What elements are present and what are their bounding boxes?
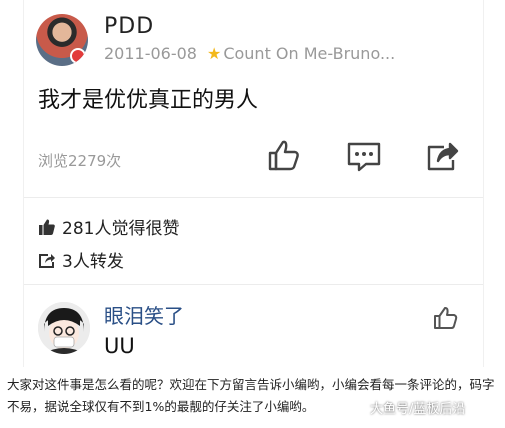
verified-badge-icon <box>70 48 86 64</box>
reposts-row[interactable]: 3人转发 <box>38 247 124 272</box>
comment-like-button[interactable] <box>432 304 460 332</box>
likes-count: 281人觉得很赞 <box>62 219 180 239</box>
like-button[interactable] <box>264 136 304 176</box>
comment-item: 眼泪笑了 UU <box>24 296 483 366</box>
post-source[interactable]: Count On Me-Bruno... <box>223 44 395 63</box>
share-arrow-icon <box>427 142 459 171</box>
thumbs-up-icon <box>268 140 299 171</box>
thumbs-up-small-icon <box>39 218 55 235</box>
watermark: 大鱼号/蓝板后沿 <box>370 402 466 417</box>
post-actions <box>24 136 483 184</box>
user-avatar[interactable] <box>36 14 88 66</box>
divider <box>24 284 483 285</box>
comment-bubble-icon <box>347 142 381 172</box>
post-date: 2011-06-08 <box>104 44 197 63</box>
post-username[interactable]: PDD <box>104 14 154 39</box>
post-text: 我才是优优真正的男人 <box>38 88 259 113</box>
divider <box>24 197 483 198</box>
post-meta: 2011-06-08 ★ Count On Me-Bruno... <box>104 44 395 63</box>
reposts-count: 3人转发 <box>62 252 124 272</box>
comment-button[interactable] <box>344 136 384 176</box>
screenshot-frame: PDD 2011-06-08 ★ Count On Me-Bruno... 我才是优… <box>23 0 484 367</box>
commenter-name[interactable]: 眼泪笑了 <box>104 300 184 329</box>
likes-row[interactable]: 281人觉得很赞 <box>38 214 179 239</box>
star-icon: ★ <box>206 44 222 63</box>
post-header: PDD 2011-06-08 ★ Count On Me-Bruno... <box>36 10 476 68</box>
thumbs-up-outline-icon <box>434 306 458 329</box>
comment-text: UU <box>104 334 135 358</box>
repost-icon <box>39 253 55 268</box>
commenter-avatar[interactable] <box>38 302 90 354</box>
share-button[interactable] <box>422 136 462 176</box>
